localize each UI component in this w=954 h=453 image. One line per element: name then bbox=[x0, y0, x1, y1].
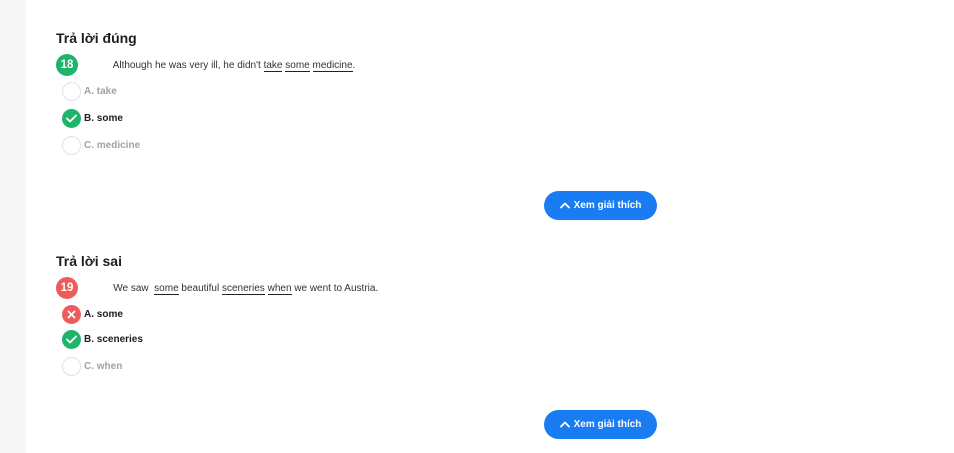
question-text-part: Although he was very ill, he didn't bbox=[112, 59, 264, 71]
chevron-up-icon bbox=[559, 421, 570, 428]
option-label: B. sceneries bbox=[84, 333, 143, 345]
results-panel: Trả lời đúng 18 Although he was very ill… bbox=[26, 0, 954, 453]
question-text-part: beautiful bbox=[178, 282, 222, 294]
result-status: Trả lời đúng bbox=[56, 30, 137, 46]
option-label: C. medicine bbox=[84, 139, 141, 151]
question-19: Trả lời sai 19 We saw some beautiful sce… bbox=[56, 253, 756, 376]
question-number-badge: 18 bbox=[56, 54, 78, 76]
option-a[interactable]: A. some bbox=[62, 304, 756, 324]
option-label: A. take bbox=[84, 85, 117, 97]
underlined-word: some bbox=[285, 59, 310, 72]
question-text-part: We saw bbox=[113, 282, 155, 294]
options-list: A. take B. some C. medicine bbox=[56, 81, 756, 155]
question-number-badge: 19 bbox=[56, 277, 78, 299]
underlined-word: medicine bbox=[312, 59, 353, 72]
option-c[interactable]: C. when bbox=[62, 356, 756, 376]
view-explanation-button[interactable]: Xem giải thích bbox=[544, 410, 657, 439]
result-status: Trả lời sai bbox=[56, 253, 122, 269]
option-label: B. some bbox=[84, 112, 123, 124]
option-b[interactable]: B. sceneries bbox=[62, 329, 756, 349]
close-icon bbox=[62, 304, 81, 324]
radio-circle[interactable] bbox=[62, 356, 81, 376]
option-b[interactable]: B. some bbox=[62, 108, 756, 128]
view-explanation-button[interactable]: Xem giải thích bbox=[544, 191, 657, 220]
button-label: Xem giải thích bbox=[573, 200, 642, 211]
question-18: Trả lời đúng 18 Although he was very ill… bbox=[56, 30, 756, 155]
button-label: Xem giải thích bbox=[573, 419, 642, 430]
question-text-part: . bbox=[352, 59, 356, 71]
option-label: C. when bbox=[84, 360, 123, 372]
question-text-part: we went to Austria. bbox=[291, 282, 379, 294]
radio-circle[interactable] bbox=[62, 135, 81, 155]
option-label: A. some bbox=[84, 308, 123, 320]
options-list: A. some B. sceneries C. when bbox=[56, 304, 756, 376]
underlined-word: sceneries bbox=[222, 282, 265, 295]
question-line: 19 We saw some beautiful sceneries when … bbox=[56, 277, 756, 299]
option-a[interactable]: A. take bbox=[62, 81, 756, 101]
chevron-up-icon bbox=[559, 202, 570, 209]
underlined-word: take bbox=[263, 59, 283, 72]
question-text: We saw some beautiful sceneries when we … bbox=[91, 272, 378, 305]
question-line: 18 Although he was very ill, he didn't t… bbox=[56, 54, 756, 76]
question-text: Although he was very ill, he didn't take… bbox=[91, 49, 355, 82]
check-icon bbox=[62, 329, 81, 349]
option-c[interactable]: C. medicine bbox=[62, 135, 756, 155]
underlined-word: when bbox=[267, 282, 292, 295]
underlined-word: some bbox=[154, 282, 179, 295]
check-icon bbox=[62, 108, 81, 128]
radio-circle[interactable] bbox=[62, 81, 81, 101]
